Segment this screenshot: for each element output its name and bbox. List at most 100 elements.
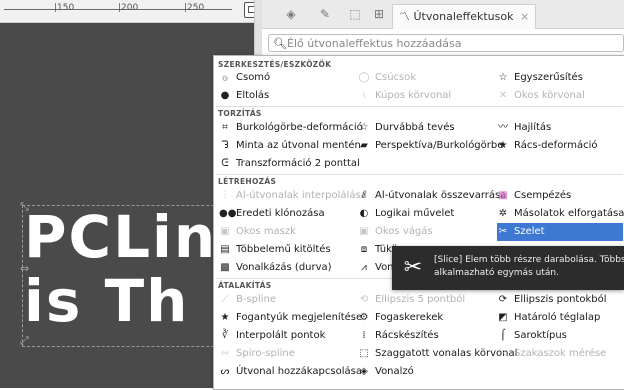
menu-item: ﹨ Kúpos körvonal: [358, 87, 451, 105]
knot-icon: ۞: [222, 72, 228, 83]
search-input[interactable]: 🔍︎ Élő útvonaleffektus hozzáadása: [268, 34, 624, 52]
menu-item[interactable]: 〰 Hajlítás: [497, 119, 551, 137]
menu-item: ∾ Spiro-spline: [219, 345, 295, 363]
menu-item: ⟋ B-spline: [219, 291, 277, 309]
canvas-text-line[interactable]: is Th: [24, 272, 189, 330]
menu-item[interactable]: ▩ Vonalkázás (durva): [219, 259, 331, 277]
horizontal-ruler: |150 |200 |250: [0, 0, 262, 23]
menu-item: ⟍ Szakaszok mérése: [497, 345, 607, 363]
menu-item[interactable]: ◩ Határoló téglalap: [497, 309, 600, 327]
scale-handle-icon[interactable]: ⤢: [20, 334, 29, 348]
menu-item[interactable]: ☆ Egyszerűsítés: [497, 69, 583, 87]
menu-item[interactable]: ∛ Interpolált pontok: [219, 327, 326, 345]
ellipse-from-points-icon: ⟳: [498, 294, 508, 305]
menu-item: ◯ Csúcsok: [358, 69, 416, 87]
make-grid-icon: ⁞: [362, 330, 366, 341]
roughen-icon: ☆: [359, 122, 369, 133]
menu-item[interactable]: ◐ Logikai művelet: [358, 205, 455, 223]
divider: [216, 106, 623, 107]
menu-item[interactable]: ᕮ Transzformáció 2 ponttal: [219, 155, 360, 173]
menu-item-slice[interactable]: ✂ Szelet: [497, 223, 623, 241]
corners-icon: ◯: [358, 72, 370, 83]
show-handles-icon: ★: [220, 312, 230, 323]
menu-item[interactable]: ▰ Perspektíva/Burkológörbe: [358, 137, 503, 155]
perspective-icon: ▰: [360, 140, 368, 151]
power-clip-icon: ▣: [359, 226, 369, 237]
tab-path-effects[interactable]: 〽 Útvonaleffektusok ×: [392, 4, 537, 29]
slice-icon: ✂: [498, 226, 508, 237]
menu-item: ⟲ Ellipszis 5 pontból: [358, 291, 465, 309]
ellipse-5pts-icon: ⟲: [359, 294, 369, 305]
rotate-copies-icon: ✲: [498, 208, 508, 219]
ruler-tick-label: |250: [184, 3, 205, 13]
menu-item[interactable]: ★ Rács-deformáció: [497, 137, 598, 155]
section-header: SZERKESZTÉS/ESZKÖZÖK: [218, 60, 332, 69]
ruler-tick-label: |150: [54, 3, 75, 13]
search-placeholder: Élő útvonaleffektus hozzáadása: [287, 37, 462, 50]
bspline-icon: ⟋: [221, 294, 229, 305]
transform-tab-icon[interactable]: ⬚: [348, 7, 362, 21]
fill-between-many-icon: ▤: [220, 244, 230, 255]
canvas-text-line[interactable]: PCLin: [24, 208, 217, 266]
interpolate-points-icon: ∛: [221, 330, 229, 341]
ruler-icon: ◈: [360, 366, 368, 377]
edit-tab-icon[interactable]: ✎: [318, 7, 332, 21]
tooltip-text: [Slice] Elem több részre darabolása. Töb…: [434, 254, 624, 280]
menu-item: ✕ Okos körvonal: [497, 87, 585, 105]
section-header: TORZÍTÁS: [218, 109, 262, 118]
menu-item[interactable]: ▤ Többelemű kitöltés: [219, 241, 330, 259]
menu-item[interactable]: ★ Fogantyúk megjelenítése: [219, 309, 363, 327]
measure-segments-icon: ⟍: [499, 348, 507, 359]
menu-item[interactable]: ⌗ Burkológörbe-deformáció: [219, 119, 363, 137]
bounding-box-icon: ◩: [498, 312, 508, 323]
close-icon[interactable]: ×: [520, 10, 529, 23]
section-header: LÉTREHOZÁS: [218, 177, 277, 186]
spiro-icon: ∾: [220, 348, 230, 359]
tooltip: ✂ [Slice] Elem több részre darabolása. T…: [392, 246, 624, 290]
menu-item[interactable]: ⚙ Fogaskerekek: [358, 309, 444, 327]
interpolate-subpaths-icon: ⫶: [223, 190, 227, 201]
menu-item[interactable]: ●●Eredeti klónozása: [219, 205, 325, 223]
menu-item[interactable]: ⌠ Saroktípus: [497, 327, 566, 345]
menu-item[interactable]: ⬚ Szaggatott vonalas körvonal: [358, 345, 517, 363]
pattern-along-path-icon: ᘊ: [221, 140, 229, 151]
menu-item[interactable]: ⁞ Rácskészítés: [358, 327, 438, 345]
lattice-icon: ★: [498, 140, 508, 151]
dashed-stroke-icon: ⬚: [359, 348, 369, 359]
slice-icon: ✂: [403, 255, 423, 280]
menu-item[interactable]: ◈ Vonalzó: [358, 363, 414, 381]
menu-item[interactable]: ⫽ Al-útvonalak összevarrása: [358, 187, 507, 205]
mirror-icon: ⧈: [360, 244, 368, 255]
hatches-icon: ▩: [220, 262, 230, 273]
menu-item[interactable]: ▦ Csempézés: [497, 187, 571, 205]
power-stroke-icon: ✕: [498, 90, 508, 101]
search-icon: 🔍︎: [273, 37, 287, 50]
menu-item[interactable]: ⟳ Ellipszis pontokból: [497, 291, 607, 309]
ruler-tick-label: |200: [118, 3, 139, 13]
menu-item: ▣ Okos maszk: [219, 223, 296, 241]
transform-2pts-icon: ᕮ: [221, 158, 229, 169]
taper-stroke-icon: ﹨: [359, 90, 369, 101]
align-tab-icon[interactable]: ⊞: [372, 7, 386, 21]
tiling-icon: ▦: [498, 190, 508, 201]
menu-item[interactable]: ☆ Durvábbá tevés: [358, 119, 455, 137]
power-mask-icon: ▣: [220, 226, 230, 237]
menu-item[interactable]: ۞ Csomó: [219, 69, 270, 87]
stitch-subpaths-icon: ⫽: [361, 190, 367, 201]
menu-item[interactable]: ✲ Másolatok elforgatása: [497, 205, 624, 223]
menu-item[interactable]: ᔕ Útvonal hozzákapcsolása: [219, 363, 362, 381]
boolean-op-icon: ◐: [359, 208, 369, 219]
fill-stroke-tab-icon[interactable]: ◈: [284, 7, 298, 21]
menu-item[interactable]: ● Eltolás: [219, 87, 270, 105]
path-effects-icon: 〽: [399, 10, 410, 23]
menu-item: ▣ Okos vágás: [358, 223, 432, 241]
tab-label: Útvonaleffektusok: [413, 10, 514, 23]
tooltip-line: [Slice] Elem több részre darabolása. Töb…: [434, 255, 624, 265]
divider: [216, 174, 623, 175]
bend-icon: 〰: [498, 122, 508, 133]
gears-icon: ⚙: [359, 312, 369, 323]
envelope-icon: ⌗: [222, 122, 228, 133]
tooltip-line: alkalmazható egymás után.: [434, 268, 559, 278]
menu-item[interactable]: ᘊ Minta az útvonal mentén: [219, 137, 361, 155]
construct-grid-icon: ⩘: [361, 262, 367, 273]
